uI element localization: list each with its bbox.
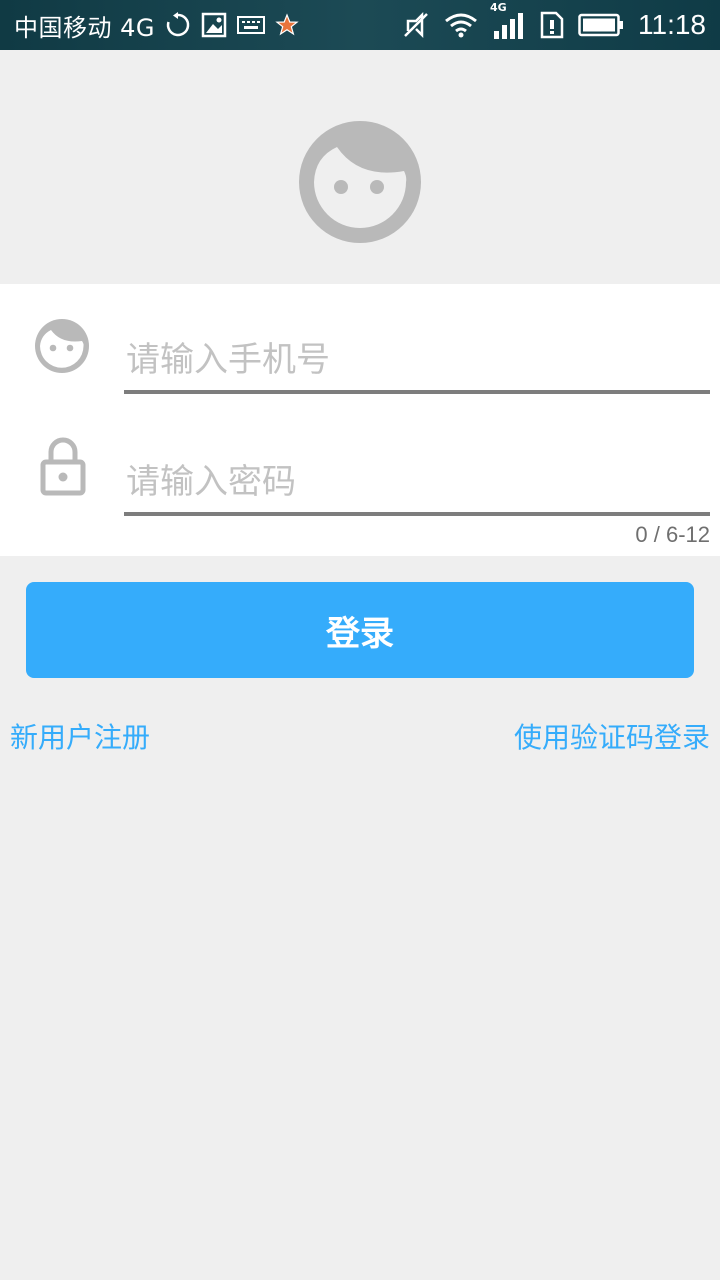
phone-input[interactable] [124,330,710,390]
login-form: 0 / 6-12 [0,284,720,556]
avatar-icon [299,121,421,243]
sim-alert-icon [540,11,564,39]
clock: 11:18 [638,9,706,40]
image-icon [201,12,227,38]
password-field [124,452,710,516]
star-icon [275,13,299,37]
password-input[interactable] [124,452,710,512]
status-bar-right: 4G 11:18 [402,1,706,41]
mute-icon [402,11,430,39]
user-icon [34,318,90,378]
avatar-header [0,50,720,284]
wifi-icon [444,12,478,38]
sync-icon [165,12,191,38]
signal-icon: 4G [490,1,526,39]
network-type-label: 4G [490,1,507,14]
keyboard-icon [237,15,265,35]
register-link[interactable]: 新用户注册 [10,716,150,756]
sms-login-link[interactable]: 使用验证码登录 [514,716,710,756]
password-length-counter: 0 / 6-12 [635,522,710,547]
status-bar: 中国移动 4G 4G 11:18 [0,0,720,50]
phone-field [124,330,710,394]
battery-icon [578,13,624,37]
lock-icon [40,436,86,500]
carrier-label: 中国移动 4G [14,13,155,42]
login-button[interactable]: 登录 [26,582,694,678]
status-bar-left: 中国移动 4G [14,8,299,43]
